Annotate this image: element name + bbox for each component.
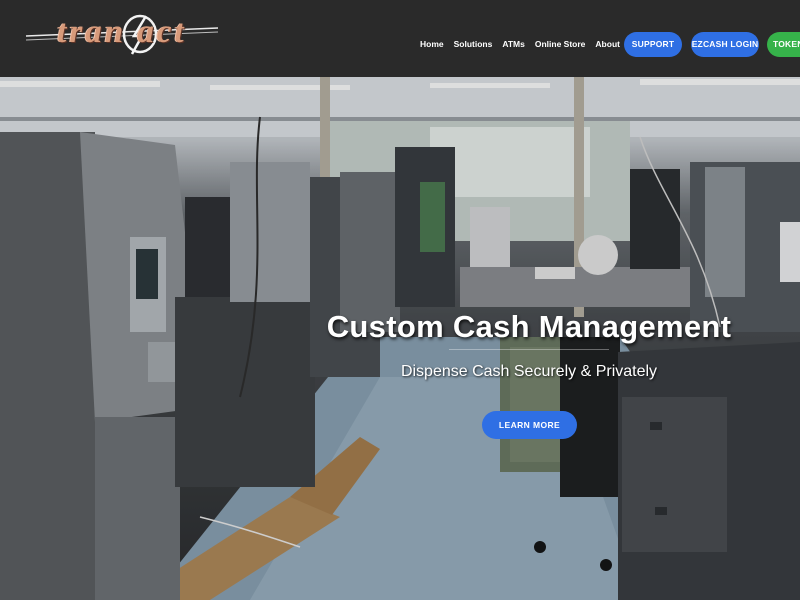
support-button[interactable]: SUPPORT bbox=[624, 32, 682, 57]
main-nav: Home Solutions ATMs Online Store About bbox=[420, 39, 620, 49]
nav-solutions[interactable]: Solutions bbox=[454, 39, 493, 49]
hero-title: Custom Cash Management bbox=[326, 309, 732, 344]
nav-atms[interactable]: ATMs bbox=[502, 39, 525, 49]
hero-section: Custom Cash Management Dispense Cash Sec… bbox=[0, 77, 800, 600]
token-button[interactable]: TOKEN bbox=[767, 32, 800, 57]
tranact-logo[interactable]: tran act bbox=[22, 10, 222, 58]
nav-home[interactable]: Home bbox=[420, 39, 444, 49]
logo-wordmark: tran act bbox=[57, 14, 187, 50]
learn-more-button[interactable]: LEARN MORE bbox=[482, 411, 577, 439]
hero-subtitle: Dispense Cash Securely & Privately bbox=[400, 363, 658, 380]
nav-about[interactable]: About bbox=[595, 39, 620, 49]
ezcash-login-button[interactable]: EZCASH LOGIN bbox=[691, 32, 759, 57]
nav-online-store[interactable]: Online Store bbox=[535, 39, 586, 49]
hero-divider bbox=[449, 349, 609, 350]
site-header: tran act Home Solutions ATMs Online Stor… bbox=[0, 0, 800, 77]
